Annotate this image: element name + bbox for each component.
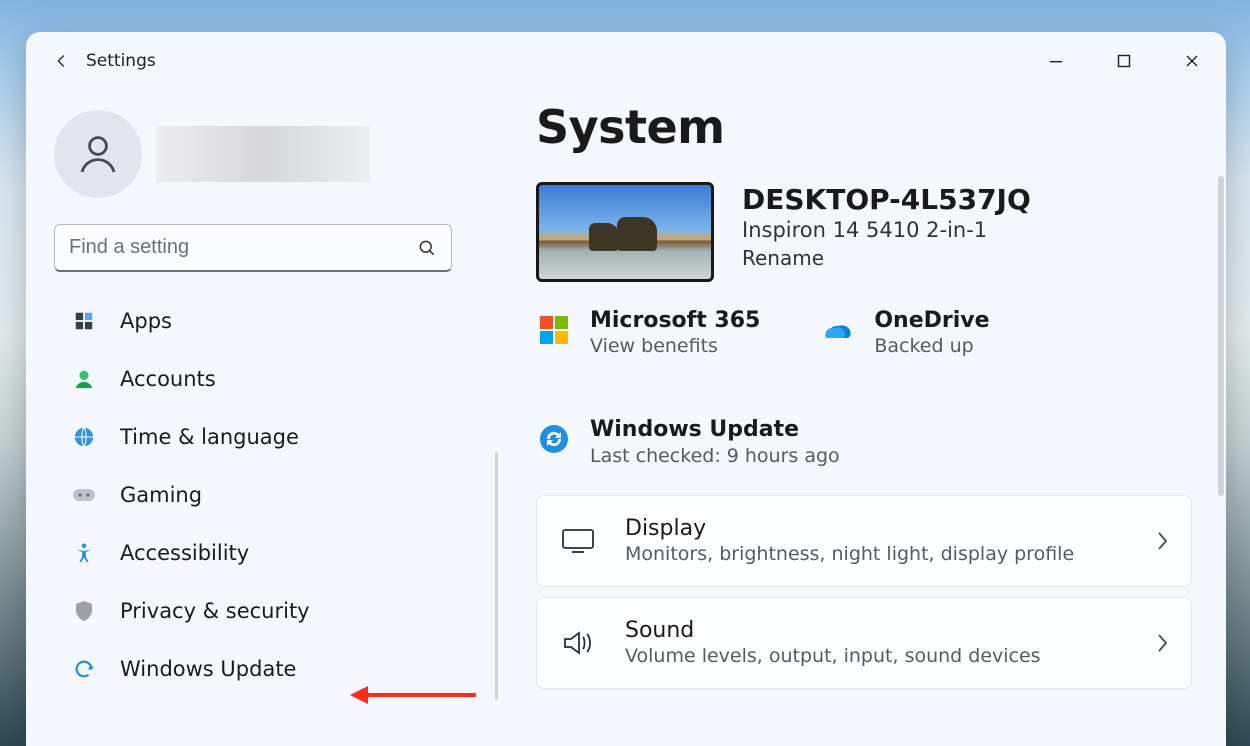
service-title: Microsoft 365: [590, 308, 760, 333]
sidebar-item-label: Accounts: [120, 367, 216, 391]
main-scrollbar[interactable]: [1218, 176, 1224, 496]
sidebar-item-accessibility[interactable]: Accessibility: [54, 526, 452, 580]
search-box[interactable]: [54, 224, 452, 272]
chevron-right-icon: [1155, 530, 1169, 552]
card-title: Display: [625, 516, 1074, 541]
service-title: OneDrive: [874, 308, 989, 333]
sound-icon: [559, 629, 597, 657]
display-icon: [559, 527, 597, 555]
search-icon: [417, 238, 437, 258]
service-tiles: Microsoft 365 View benefits OneDrive Bac…: [536, 308, 1192, 467]
card-sound[interactable]: Sound Volume levels, output, input, soun…: [536, 597, 1192, 689]
maximize-button[interactable]: [1090, 37, 1158, 85]
apps-icon: [72, 309, 96, 333]
service-subtitle: Last checked: 9 hours ago: [590, 445, 840, 467]
sidebar: Apps Accounts Time & language: [26, 90, 496, 746]
nav-list: Apps Accounts Time & language: [54, 294, 496, 696]
rename-link[interactable]: Rename: [742, 246, 1031, 270]
device-wallpaper-thumb[interactable]: [536, 182, 714, 282]
close-icon: [1185, 54, 1199, 68]
back-button[interactable]: [42, 41, 82, 81]
onedrive-icon: [820, 312, 856, 348]
accounts-icon: [72, 367, 96, 391]
device-name: DESKTOP-4L537JQ: [742, 184, 1031, 216]
card-subtitle: Volume levels, output, input, sound devi…: [625, 645, 1041, 667]
minimize-button[interactable]: [1022, 37, 1090, 85]
sidebar-item-label: Gaming: [120, 483, 202, 507]
sidebar-item-label: Privacy & security: [120, 599, 310, 623]
profile-block[interactable]: [54, 110, 496, 198]
window-controls: [1022, 37, 1226, 85]
chevron-right-icon: [1155, 632, 1169, 654]
annotation-arrow: [352, 686, 476, 704]
search-input[interactable]: [69, 236, 417, 259]
windows-update-icon: [536, 421, 572, 457]
sidebar-item-gaming[interactable]: Gaming: [54, 468, 452, 522]
settings-window: Settings: [26, 32, 1226, 746]
card-display[interactable]: Display Monitors, brightness, night ligh…: [536, 495, 1192, 587]
title-bar: Settings: [26, 32, 1226, 90]
gaming-icon: [72, 483, 96, 507]
service-microsoft-365[interactable]: Microsoft 365 View benefits: [536, 308, 760, 357]
service-onedrive[interactable]: OneDrive Backed up: [820, 308, 989, 357]
sidebar-item-privacy-security[interactable]: Privacy & security: [54, 584, 452, 638]
close-button[interactable]: [1158, 37, 1226, 85]
sidebar-item-label: Accessibility: [120, 541, 249, 565]
main-content: System DESKTOP-4L537JQ Inspiron 14 5410 …: [496, 90, 1226, 746]
update-icon: [72, 657, 96, 681]
sidebar-item-label: Apps: [120, 309, 172, 333]
device-model: Inspiron 14 5410 2-in-1: [742, 218, 1031, 242]
maximize-icon: [1117, 54, 1131, 68]
user-icon: [74, 130, 122, 178]
microsoft-365-icon: [536, 312, 572, 348]
service-subtitle: View benefits: [590, 335, 760, 357]
page-title: System: [536, 100, 1192, 154]
sidebar-item-label: Windows Update: [120, 657, 296, 681]
time-language-icon: [72, 425, 96, 449]
card-title: Sound: [625, 618, 1041, 643]
avatar: [54, 110, 142, 198]
user-name-redacted: [156, 126, 370, 182]
card-subtitle: Monitors, brightness, night light, displ…: [625, 543, 1074, 565]
sidebar-item-label: Time & language: [120, 425, 299, 449]
service-windows-update[interactable]: Windows Update Last checked: 9 hours ago: [536, 417, 1192, 466]
accessibility-icon: [72, 541, 96, 565]
sidebar-item-time-language[interactable]: Time & language: [54, 410, 452, 464]
sidebar-item-accounts[interactable]: Accounts: [54, 352, 452, 406]
arrow-left-icon: [51, 50, 73, 72]
app-title: Settings: [86, 51, 156, 71]
service-title: Windows Update: [590, 417, 840, 442]
service-subtitle: Backed up: [874, 335, 989, 357]
device-summary: DESKTOP-4L537JQ Inspiron 14 5410 2-in-1 …: [536, 182, 1192, 282]
minimize-icon: [1049, 54, 1063, 68]
sidebar-item-apps[interactable]: Apps: [54, 294, 452, 348]
settings-cards: Display Monitors, brightness, night ligh…: [536, 495, 1192, 689]
shield-icon: [72, 599, 96, 623]
